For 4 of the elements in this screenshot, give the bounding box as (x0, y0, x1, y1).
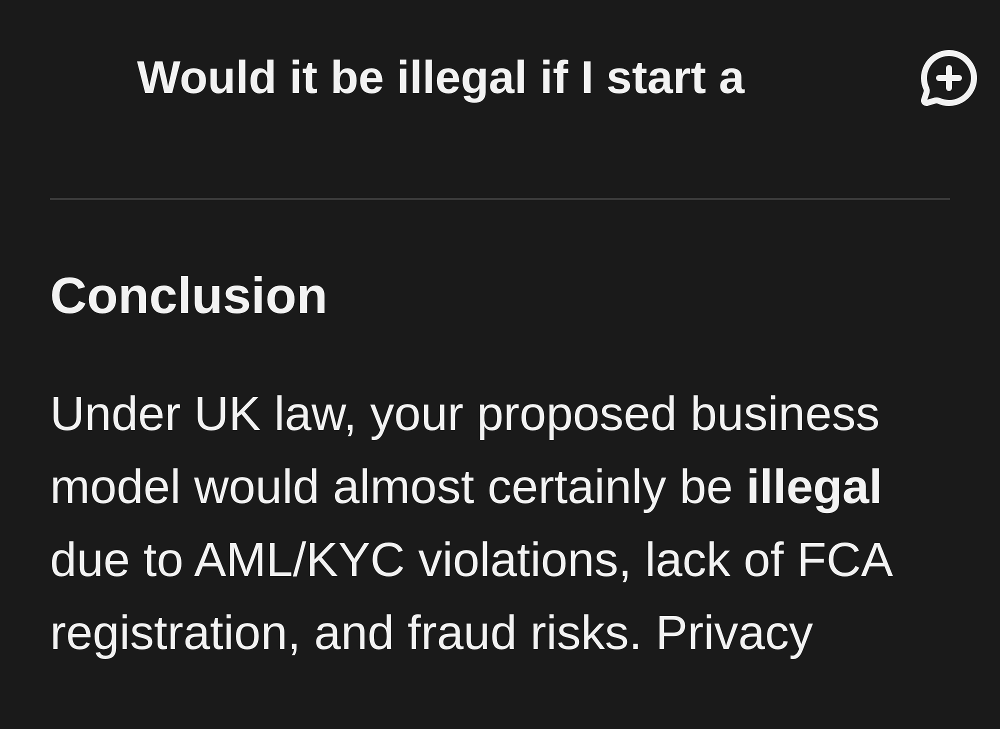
section-heading: Conclusion (50, 268, 329, 324)
new-chat-icon (919, 48, 979, 108)
chat-title: Would it be illegal if I start a (137, 50, 746, 105)
conclusion-paragraph: Under UK law, your proposed business model would almost certainly be illegal due to AML/KYC violations, lack of FCA registration, and fraud risks. Privacy (50, 387, 892, 662)
